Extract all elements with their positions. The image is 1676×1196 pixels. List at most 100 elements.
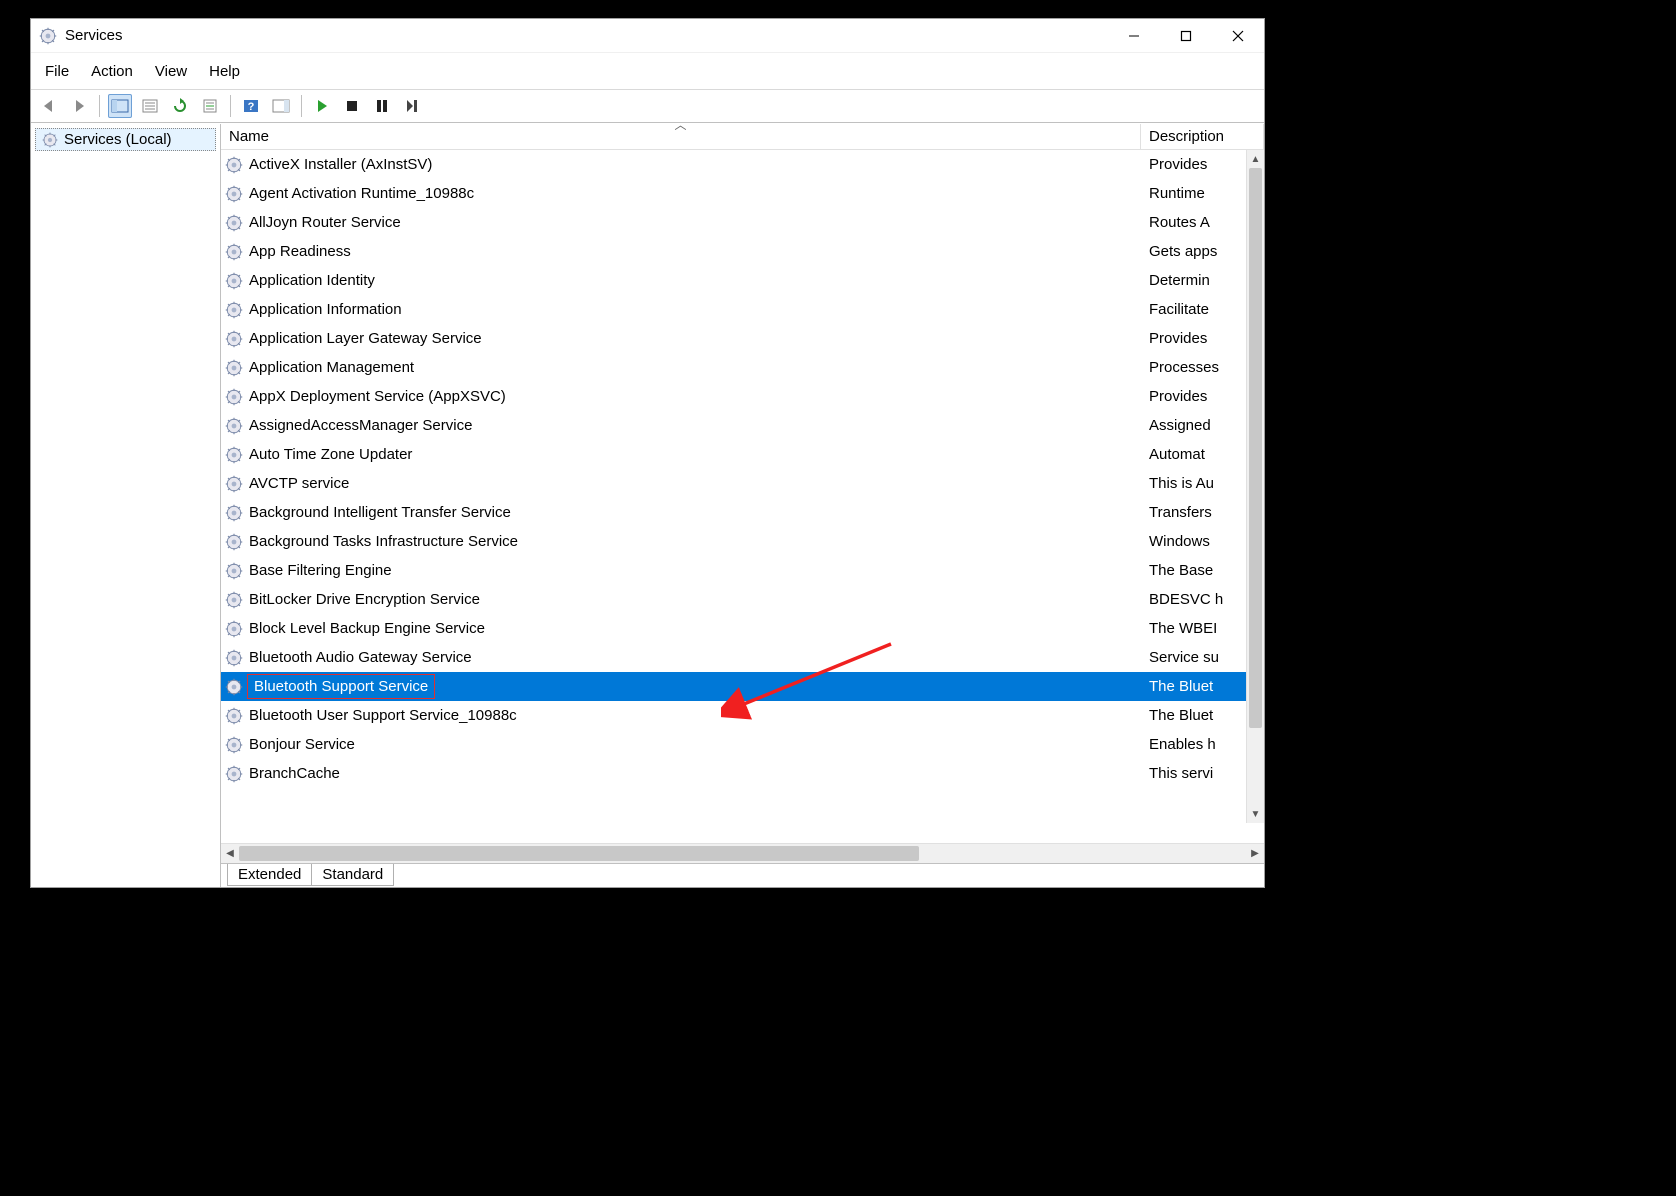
service-name-label: AppX Deployment Service (AppXSVC)	[247, 388, 508, 405]
service-name-label: Block Level Backup Engine Service	[247, 620, 487, 637]
service-row[interactable]: Application InformationFacilitate	[221, 295, 1264, 324]
restart-service-icon[interactable]	[400, 94, 424, 118]
horizontal-scroll-track[interactable]	[239, 844, 1246, 863]
maximize-button[interactable]	[1160, 19, 1212, 53]
stop-service-icon[interactable]	[340, 94, 364, 118]
refresh-icon[interactable]	[168, 94, 192, 118]
service-row[interactable]: AVCTP serviceThis is Au	[221, 469, 1264, 498]
back-icon[interactable]	[37, 94, 61, 118]
help-icon[interactable]: ?	[239, 94, 263, 118]
show-tree-icon[interactable]	[108, 94, 132, 118]
service-row[interactable]: Bonjour ServiceEnables h	[221, 730, 1264, 759]
service-row[interactable]: Base Filtering EngineThe Base	[221, 556, 1264, 585]
service-name-cell: Bluetooth Support Service	[221, 674, 1141, 699]
gear-icon	[225, 620, 243, 638]
service-row[interactable]: Bluetooth Audio Gateway ServiceService s…	[221, 643, 1264, 672]
service-row[interactable]: Application Layer Gateway ServiceProvide…	[221, 324, 1264, 353]
service-row[interactable]: BranchCacheThis servi	[221, 759, 1264, 788]
properties-icon[interactable]	[198, 94, 222, 118]
tree-root-services-local[interactable]: Services (Local)	[35, 128, 216, 151]
list-body: ActiveX Installer (AxInstSV)ProvidesAgen…	[221, 150, 1264, 843]
tab-extended[interactable]: Extended	[227, 864, 312, 886]
service-name-label: AVCTP service	[247, 475, 351, 492]
service-name-cell: Application Layer Gateway Service	[221, 330, 1141, 348]
service-row[interactable]: AssignedAccessManager ServiceAssigned	[221, 411, 1264, 440]
service-row[interactable]: BitLocker Drive Encryption ServiceBDESVC…	[221, 585, 1264, 614]
sort-indicator-up-icon: ︿	[674, 124, 686, 133]
services-list-pane: Name ︿ Description ActiveX Installer (Ax…	[221, 124, 1264, 887]
menu-action[interactable]: Action	[91, 63, 133, 80]
gear-icon	[225, 243, 243, 261]
forward-icon[interactable]	[67, 94, 91, 118]
menu-help[interactable]: Help	[209, 63, 240, 80]
vertical-scroll-thumb[interactable]	[1249, 168, 1262, 728]
column-header-description[interactable]: Description	[1141, 124, 1264, 149]
scroll-right-icon[interactable]: ▶	[1246, 848, 1264, 859]
service-name-label: Application Identity	[247, 272, 377, 289]
show-action-pane-icon[interactable]	[269, 94, 293, 118]
gear-icon	[225, 475, 243, 493]
service-row[interactable]: Auto Time Zone UpdaterAutomat	[221, 440, 1264, 469]
service-name-label: AllJoyn Router Service	[247, 214, 403, 231]
service-name-label: Background Tasks Infrastructure Service	[247, 533, 520, 550]
gear-icon	[225, 446, 243, 464]
service-row[interactable]: Background Tasks Infrastructure ServiceW…	[221, 527, 1264, 556]
gear-icon	[225, 185, 243, 203]
service-name-cell: Auto Time Zone Updater	[221, 446, 1141, 464]
service-name-label: Bonjour Service	[247, 736, 357, 753]
app-gear-icon	[39, 27, 57, 45]
service-row[interactable]: Block Level Backup Engine ServiceThe WBE…	[221, 614, 1264, 643]
vertical-scrollbar[interactable]: ▲ ▼	[1246, 150, 1264, 823]
view-tabs: Extended Standard	[221, 863, 1264, 887]
gear-icon	[225, 765, 243, 783]
title-bar: Services	[31, 19, 1264, 53]
column-header-name[interactable]: Name ︿	[221, 124, 1141, 149]
column-header-name-label: Name	[229, 128, 269, 145]
scroll-down-icon[interactable]: ▼	[1247, 805, 1264, 823]
horizontal-scroll-thumb[interactable]	[239, 846, 919, 861]
scroll-up-icon[interactable]: ▲	[1247, 150, 1264, 168]
minimize-button[interactable]	[1108, 19, 1160, 53]
gear-icon	[225, 649, 243, 667]
service-name-cell: Bluetooth Audio Gateway Service	[221, 649, 1141, 667]
tree-root-label: Services (Local)	[64, 131, 172, 148]
service-row[interactable]: Application IdentityDetermin	[221, 266, 1264, 295]
service-name-cell: Bluetooth User Support Service_10988c	[221, 707, 1141, 725]
service-name-label: ActiveX Installer (AxInstSV)	[247, 156, 434, 173]
window-title: Services	[65, 27, 1108, 44]
service-name-cell: AVCTP service	[221, 475, 1141, 493]
service-row[interactable]: Bluetooth User Support Service_10988cThe…	[221, 701, 1264, 730]
tab-standard[interactable]: Standard	[311, 864, 394, 886]
service-name-cell: Agent Activation Runtime_10988c	[221, 185, 1141, 203]
service-name-label: Application Layer Gateway Service	[247, 330, 484, 347]
export-list-icon[interactable]	[138, 94, 162, 118]
service-row[interactable]: AppX Deployment Service (AppXSVC)Provide…	[221, 382, 1264, 411]
main-split: Services (Local) Name ︿ Description Acti…	[31, 123, 1264, 887]
menu-view[interactable]: View	[155, 63, 187, 80]
service-name-label: Bluetooth Audio Gateway Service	[247, 649, 474, 666]
service-row[interactable]: AllJoyn Router ServiceRoutes A	[221, 208, 1264, 237]
pause-service-icon[interactable]	[370, 94, 394, 118]
service-row[interactable]: Background Intelligent Transfer ServiceT…	[221, 498, 1264, 527]
service-name-label: AssignedAccessManager Service	[247, 417, 474, 434]
service-name-cell: BitLocker Drive Encryption Service	[221, 591, 1141, 609]
service-name-label: Application Management	[247, 359, 416, 376]
service-row[interactable]: Agent Activation Runtime_10988cRuntime	[221, 179, 1264, 208]
service-name-label: Agent Activation Runtime_10988c	[247, 185, 476, 202]
service-name-cell: Application Identity	[221, 272, 1141, 290]
service-name-cell: AssignedAccessManager Service	[221, 417, 1141, 435]
scroll-left-icon[interactable]: ◀	[221, 848, 239, 859]
start-service-icon[interactable]	[310, 94, 334, 118]
gear-icon	[225, 214, 243, 232]
service-row[interactable]: App ReadinessGets apps	[221, 237, 1264, 266]
horizontal-scrollbar[interactable]: ◀ ▶	[221, 843, 1264, 863]
toolbar-separator	[301, 95, 302, 117]
service-row[interactable]: Bluetooth Support ServiceThe Bluet	[221, 672, 1264, 701]
service-row[interactable]: ActiveX Installer (AxInstSV)Provides	[221, 150, 1264, 179]
menu-file[interactable]: File	[45, 63, 69, 80]
gear-icon	[225, 359, 243, 377]
service-row[interactable]: Application ManagementProcesses	[221, 353, 1264, 382]
service-name-label: Base Filtering Engine	[247, 562, 394, 579]
service-name-cell: BranchCache	[221, 765, 1141, 783]
close-button[interactable]	[1212, 19, 1264, 53]
